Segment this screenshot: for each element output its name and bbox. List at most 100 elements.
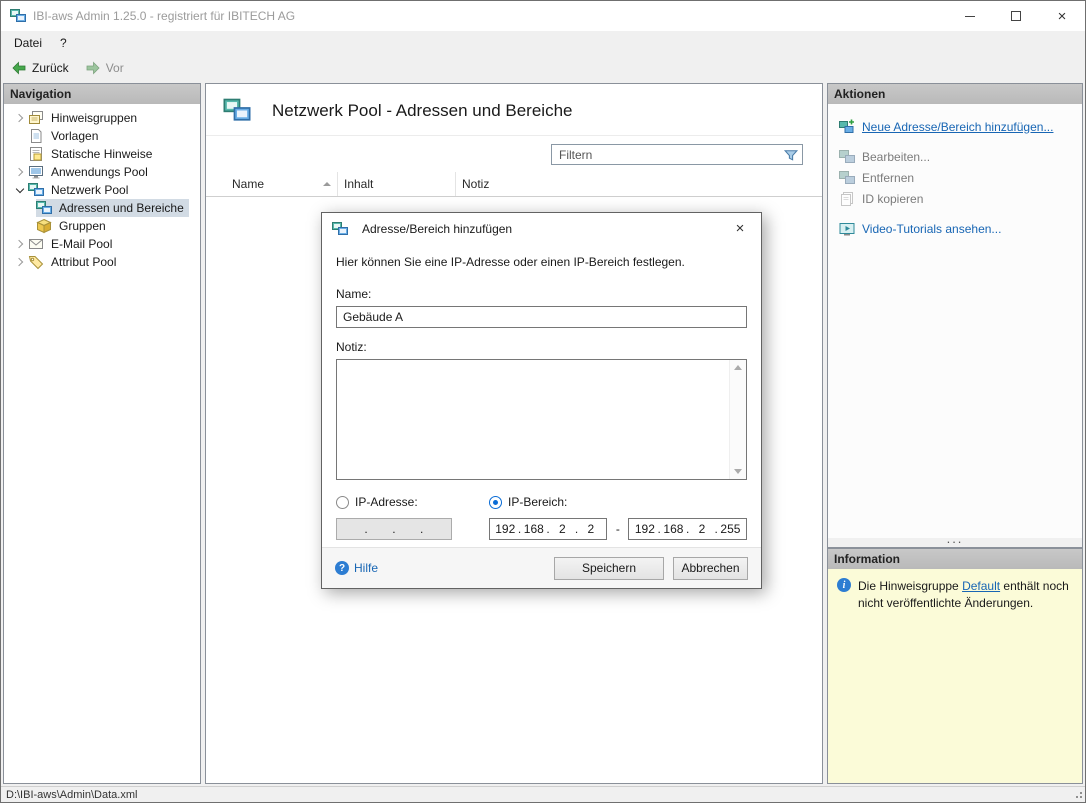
action-edit: Bearbeiten... xyxy=(839,146,1076,167)
tree-item-anwendungs-pool[interactable]: Anwendungs Pool xyxy=(4,163,200,181)
dialog-description: Hier können Sie eine IP-Adresse oder ein… xyxy=(336,255,685,269)
monitor-icon xyxy=(28,164,44,180)
app-window: IBI-aws Admin 1.25.0 - registriert für I… xyxy=(0,0,1086,803)
close-button[interactable]: × xyxy=(1039,1,1085,31)
navigation-header: Navigation xyxy=(4,84,200,104)
forward-arrow-icon xyxy=(85,60,101,76)
ip-range-start-input[interactable]: 19216822 xyxy=(488,518,608,540)
help-icon xyxy=(335,561,349,575)
network-title-icon xyxy=(222,97,252,124)
information-box: Die Hinweisgruppe Default enthält noch n… xyxy=(828,569,1082,783)
cancel-button[interactable]: Abbrechen xyxy=(673,556,748,580)
range-dash: - xyxy=(615,522,620,536)
window-title: IBI-aws Admin 1.25.0 - registriert für I… xyxy=(33,9,296,23)
minimize-button[interactable] xyxy=(947,1,993,31)
column-header-inhalt[interactable]: Inhalt xyxy=(338,172,456,196)
scroll-up-icon[interactable] xyxy=(734,361,742,370)
column-header-notiz[interactable]: Notiz xyxy=(456,172,822,196)
ip-address-radio[interactable]: IP-Adresse: xyxy=(336,495,489,509)
titlebar: IBI-aws Admin 1.25.0 - registriert für I… xyxy=(1,1,1085,31)
notiz-field xyxy=(336,359,747,480)
notiz-textarea[interactable] xyxy=(337,360,746,479)
action-remove: Entfernen xyxy=(839,167,1076,188)
scrollbar[interactable] xyxy=(729,360,746,479)
information-header: Information xyxy=(828,549,1082,569)
static-note-icon xyxy=(28,146,44,162)
maximize-icon xyxy=(1011,11,1021,21)
dialog-titlebar: Adresse/Bereich hinzufügen × xyxy=(322,213,761,244)
copy-icon xyxy=(839,191,855,207)
video-icon xyxy=(839,221,855,237)
document-icon xyxy=(28,128,44,144)
tree-item-gruppen[interactable]: Gruppen xyxy=(4,217,200,235)
chevron-down-icon[interactable] xyxy=(12,182,28,198)
tree-item-hinweisgruppen[interactable]: Hinweisgruppen xyxy=(4,109,200,127)
ip-address-input xyxy=(336,518,452,540)
row-gutter xyxy=(206,172,226,196)
tree-item-adressen-und-bereiche[interactable]: Adressen und Bereiche xyxy=(4,199,200,217)
statusbar: D:\IBI-aws\Admin\Data.xml xyxy=(1,786,1085,802)
resize-grip[interactable] xyxy=(1072,788,1082,798)
filter-input[interactable] xyxy=(552,147,802,162)
panel-splitter[interactable]: ... xyxy=(828,532,1082,547)
info-icon xyxy=(837,578,851,592)
forward-button: Vor xyxy=(78,58,131,78)
dialog-footer: Hilfe Speichern Abbrechen xyxy=(322,547,761,588)
network-remove-icon xyxy=(839,170,855,186)
chevron-right-icon[interactable] xyxy=(12,110,28,126)
table-header: Name Inhalt Notiz xyxy=(206,172,822,197)
toolbar: Zurück Vor xyxy=(1,55,1085,81)
dialog-title: Adresse/Bereich hinzufügen xyxy=(362,221,513,236)
dialog-close-button[interactable]: × xyxy=(719,213,761,244)
tree-item-netzwerk-pool[interactable]: Netzwerk Pool xyxy=(4,181,200,199)
tree-item-vorlagen[interactable]: Vorlagen xyxy=(4,127,200,145)
tag-icon xyxy=(28,254,44,270)
chevron-right-icon[interactable] xyxy=(12,164,28,180)
column-header-name[interactable]: Name xyxy=(226,172,338,196)
information-panel: Information Die Hinweisgruppe Default en… xyxy=(827,548,1083,784)
scroll-down-icon[interactable] xyxy=(734,469,742,478)
chevron-right-icon[interactable] xyxy=(12,254,28,270)
actions-panel: Aktionen Neue Adresse/Bereich hinzufügen… xyxy=(827,83,1083,548)
network-icon xyxy=(332,221,348,237)
chevron-placeholder xyxy=(12,146,28,162)
ip-range-radio[interactable]: IP-Bereich: xyxy=(489,495,567,509)
menu-help[interactable]: ? xyxy=(51,31,76,55)
add-address-dialog: Adresse/Bereich hinzufügen × Hier können… xyxy=(321,212,762,589)
network-icon xyxy=(28,182,44,198)
save-button[interactable]: Speichern xyxy=(554,556,664,580)
filter-funnel-icon[interactable] xyxy=(783,147,799,163)
navigation-panel: Navigation Hinweisgruppen Vorlagen Stati… xyxy=(3,83,201,784)
actions-header: Aktionen xyxy=(828,84,1082,104)
minimize-icon xyxy=(965,15,975,17)
app-icon xyxy=(10,8,26,24)
data-file-path: D:\IBI-aws\Admin\Data.xml xyxy=(6,788,138,801)
back-arrow-icon xyxy=(11,60,27,76)
menubar: Datei ? xyxy=(1,31,1085,55)
menu-datei[interactable]: Datei xyxy=(5,31,51,55)
network-add-icon xyxy=(839,119,855,135)
navigation-tree: Hinweisgruppen Vorlagen Statische Hinwei… xyxy=(4,104,200,271)
action-video-tutorials[interactable]: Video-Tutorials ansehen... xyxy=(839,218,1076,239)
tree-item-email-pool[interactable]: E-Mail Pool xyxy=(4,235,200,253)
box-icon xyxy=(36,218,52,234)
radio-checked-icon[interactable] xyxy=(489,495,502,509)
notes-group-icon xyxy=(28,110,44,126)
default-group-link[interactable]: Default xyxy=(962,579,1000,593)
ip-range-end-input[interactable]: 1921682255 xyxy=(628,518,747,540)
radio-unchecked-icon[interactable] xyxy=(336,495,349,509)
name-input[interactable] xyxy=(336,306,747,328)
chevron-placeholder xyxy=(12,128,28,144)
network-edit-icon xyxy=(839,149,855,165)
back-button[interactable]: Zurück xyxy=(4,58,76,78)
tree-item-attribut-pool[interactable]: Attribut Pool xyxy=(4,253,200,271)
action-add-address[interactable]: Neue Adresse/Bereich hinzufügen... xyxy=(839,116,1076,137)
sort-ascending-icon xyxy=(323,182,331,186)
maximize-button[interactable] xyxy=(993,1,1039,31)
envelope-icon xyxy=(28,236,44,252)
tree-item-statische-hinweise[interactable]: Statische Hinweise xyxy=(4,145,200,163)
network-icon xyxy=(36,200,52,216)
help-link[interactable]: Hilfe xyxy=(335,561,378,575)
chevron-right-icon[interactable] xyxy=(12,236,28,252)
notiz-label: Notiz: xyxy=(336,340,367,354)
